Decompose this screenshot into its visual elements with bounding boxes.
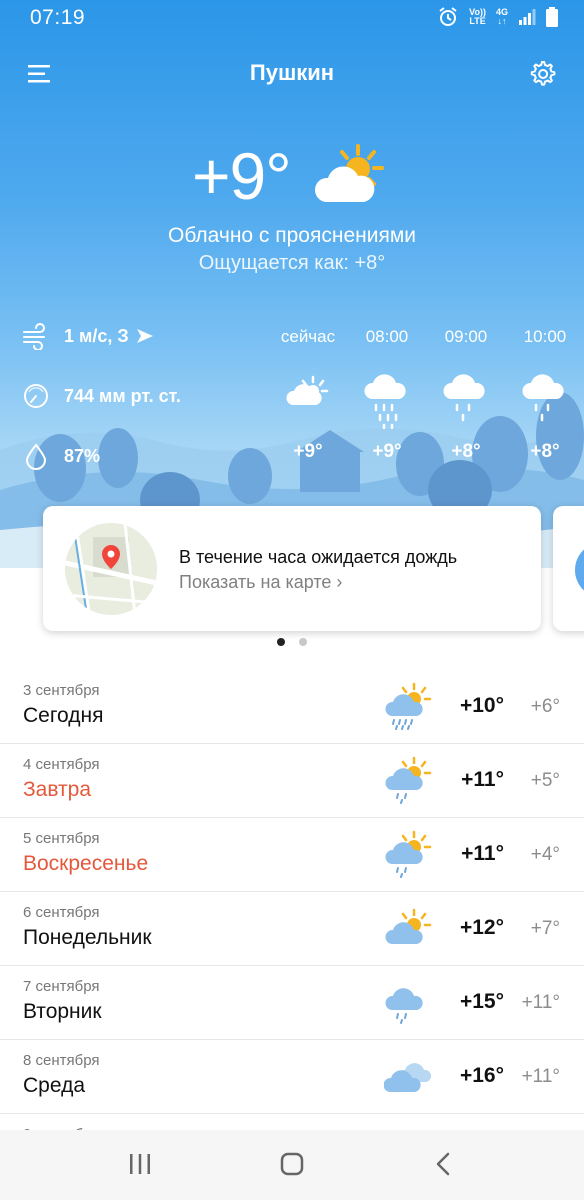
forecast-low: +11° [521, 992, 560, 1013]
hour-label: сейчас [280, 327, 336, 346]
sun-cloud-light-rain-icon [385, 756, 432, 804]
hourly-item[interactable]: 09:00 +8° [431, 327, 501, 477]
hero-section: 07:19 Vo)) LTE 4G ↓↑ Пушкин +9° Облачно … [0, 0, 584, 568]
forecast-day: Понедельник [23, 926, 152, 949]
light-rain-cloud-icon [522, 374, 564, 422]
forecast-row[interactable]: 4 сентября Завтра +11° +5° [0, 744, 584, 818]
alarm-icon [439, 7, 457, 26]
city-title[interactable]: Пушкин [0, 60, 584, 86]
hour-temp: +9° [293, 441, 323, 462]
forecast-row[interactable]: 3 сентября Сегодня +10° +6° [0, 670, 584, 744]
wind-detail: 1 м/с, З [22, 322, 153, 350]
system-navigation-bar [0, 1130, 584, 1200]
forecast-high: +16° [459, 1064, 504, 1087]
forecast-high: +10° [459, 694, 504, 717]
forecast-date: 7 сентября [23, 978, 100, 995]
home-icon[interactable] [272, 1148, 312, 1180]
forecast-date: 5 сентября [23, 830, 100, 847]
pager-dot-active[interactable] [277, 638, 285, 646]
forecast-date: 6 сентября [23, 904, 100, 921]
partly-cloudy-sun-icon [314, 144, 384, 202]
wind-value: 1 м/с, З [64, 325, 129, 346]
pressure-gauge-icon [24, 384, 48, 408]
forecast-low: +5° [530, 770, 560, 791]
hour-label: 09:00 [444, 327, 488, 346]
forecast-high: +12° [459, 916, 504, 939]
forecast-row[interactable]: 8 сентября Среда +16° +11° [0, 1040, 584, 1114]
hour-temp: +8° [530, 441, 560, 462]
rain-alert-card[interactable]: В течение часа ожидается дождь Показать … [43, 506, 541, 631]
map-preview-icon [65, 523, 157, 615]
forecast-row[interactable]: 6 сентября Понедельник +12° +7° [0, 892, 584, 966]
humidity-drop-icon [25, 443, 47, 470]
sun-cloud-light-rain-icon [385, 830, 432, 878]
forecast-date: 3 сентября [23, 682, 100, 699]
sun-cloud-rain-icon [385, 682, 432, 730]
pressure-value: 744 мм рт. ст. [64, 385, 181, 406]
recent-apps-icon[interactable] [120, 1148, 160, 1180]
cloud-light-rain-icon [385, 988, 423, 1024]
back-icon[interactable] [424, 1148, 464, 1180]
battery-icon [546, 7, 558, 27]
forecast-date: 8 сентября [23, 1052, 100, 1069]
show-on-map-link[interactable]: Показать на карте › [179, 572, 342, 593]
sun-cloud-icon [385, 908, 432, 944]
signal-icon [519, 9, 536, 25]
network-type-icon: 4G ↓↑ [495, 7, 508, 26]
forecast-high: +11° [461, 768, 504, 791]
light-rain-cloud-icon [443, 374, 485, 422]
forecast-row[interactable]: 7 сентября Вторник +15° +11° [0, 966, 584, 1040]
pressure-detail: 744 мм рт. ст. [22, 382, 181, 410]
hour-temp: +9° [372, 441, 402, 462]
wind-direction-arrow-icon [136, 329, 153, 343]
forecast-day: Вторник [23, 1000, 102, 1023]
hourly-item[interactable]: сейчас +9° [273, 327, 343, 477]
status-time: 07:19 [30, 6, 86, 29]
cloudy-icon [384, 1063, 432, 1092]
humidity-detail: 87% [22, 442, 100, 470]
next-card-icon [575, 542, 584, 598]
current-temperature: +9° [192, 139, 292, 213]
feels-like: Ощущается как: +8° [198, 252, 386, 274]
rain-cloud-icon [364, 374, 406, 429]
forecast-low: +6° [530, 696, 560, 717]
pager-dot[interactable] [299, 638, 307, 646]
hour-temp: +8° [451, 441, 481, 462]
hourly-item[interactable]: 10:00 +8° [510, 327, 580, 477]
status-icons: Vo)) LTE 4G ↓↑ [437, 6, 558, 28]
rain-alert-title: В течение часа ожидается дождь [179, 547, 458, 567]
forecast-low: +11° [521, 1066, 560, 1087]
forecast-high: +11° [461, 842, 504, 865]
forecast-day: Завтра [23, 778, 92, 801]
network-label: 4G [495, 7, 508, 17]
next-card-peek[interactable] [553, 506, 584, 631]
pager-dots [0, 638, 584, 646]
forecast-date: 4 сентября [23, 756, 100, 773]
hourly-item[interactable]: 08:00 +9° [352, 327, 422, 477]
rain-map-thumbnail[interactable] [65, 523, 157, 615]
hour-label: 10:00 [523, 327, 567, 346]
forecast-high: +15° [459, 990, 504, 1013]
humidity-value: 87% [64, 445, 101, 466]
hour-label: 08:00 [365, 327, 409, 346]
forecast-row[interactable]: 5 сентября Воскресенье +11° +4° [0, 818, 584, 892]
wind-icon [23, 323, 45, 350]
forecast-day: Сегодня [23, 704, 104, 727]
status-bar: 07:19 Vo)) LTE 4G ↓↑ [0, 0, 584, 40]
partly-cloudy-icon [286, 375, 329, 405]
forecast-low: +7° [530, 918, 560, 939]
volte-label: Vo)) LTE [469, 7, 486, 26]
forecast-low: +4° [530, 844, 560, 865]
forecast-day: Воскресенье [23, 852, 149, 875]
settings-gear-icon[interactable] [526, 58, 558, 90]
current-condition: Облачно с прояснениями [167, 224, 417, 247]
forecast-day: Среда [23, 1074, 85, 1097]
